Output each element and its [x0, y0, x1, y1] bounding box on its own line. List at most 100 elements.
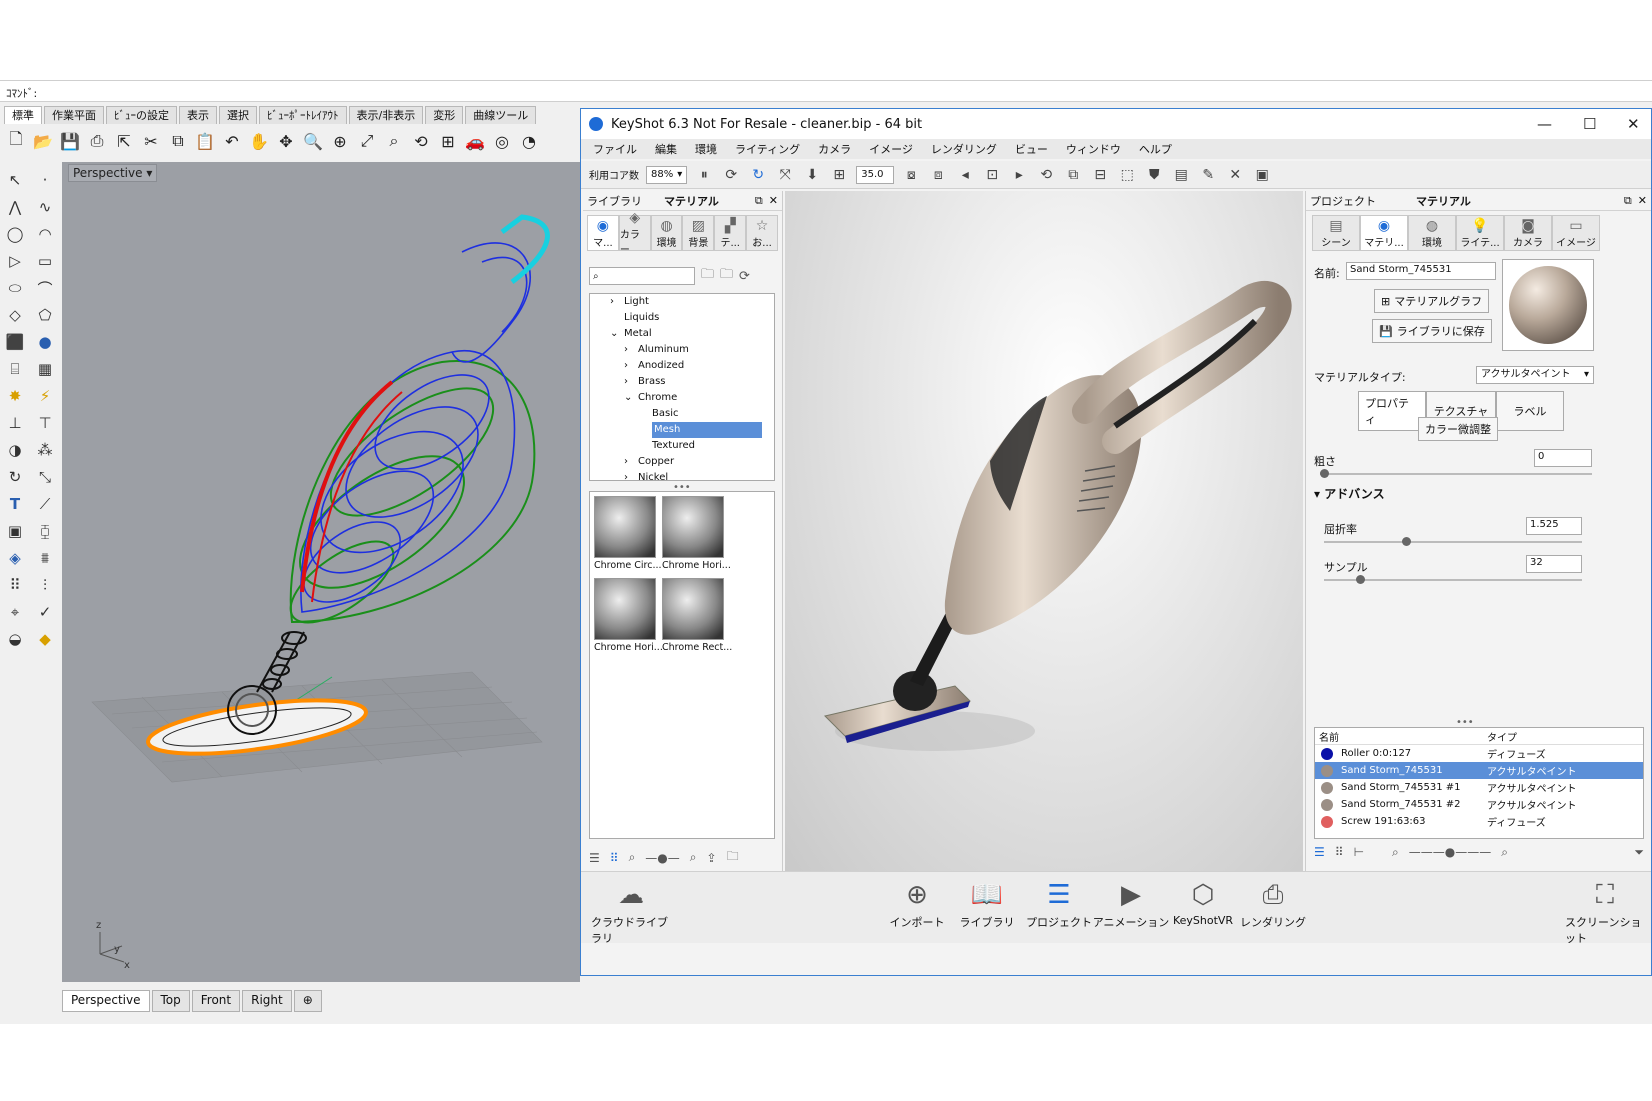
undo-icon[interactable]: ↶ [220, 129, 244, 153]
rotate-view-icon[interactable]: ✥ [274, 129, 298, 153]
material-row[interactable]: Sand Storm_745531 アクサルタペイント [1315, 762, 1643, 779]
print-icon[interactable]: ⎙ [85, 129, 109, 153]
tree-arrow-icon[interactable]: › [610, 294, 624, 310]
zoom-selected-icon[interactable]: ⌕ [382, 129, 406, 153]
zoom-extents-icon[interactable]: ⤢ [355, 129, 379, 153]
tab-camera[interactable]: ◙ カメラ [1504, 215, 1552, 251]
animation-button[interactable]: ▶ アニメーション [1091, 880, 1171, 930]
shield-icon[interactable]: ⛊ [1144, 165, 1164, 185]
rhino-tab[interactable]: 曲線ツール [465, 106, 537, 124]
car-icon[interactable]: 🚗 [463, 129, 487, 153]
tab-textures[interactable]: ▞ テ... [714, 215, 747, 251]
tab-materials[interactable]: ◉ マ... [587, 215, 619, 251]
ior-input[interactable]: 1.525 [1526, 517, 1582, 535]
zoom-in-icon[interactable]: ⌕ [1501, 845, 1508, 860]
configurator-icon[interactable]: ✎ [1198, 165, 1218, 185]
array-icon[interactable]: ▣ [2, 519, 28, 543]
add-viewport-button[interactable]: ⊕ [293, 990, 322, 1012]
advanced-section[interactable]: ▾ アドバンス [1314, 485, 1385, 502]
thumbnail-item[interactable]: Chrome Hori... [662, 496, 731, 571]
rhino-tab[interactable]: 標準 [4, 106, 42, 124]
tools-icon[interactable]: ✕ [1225, 165, 1245, 185]
tab-right[interactable]: Right [242, 990, 292, 1012]
camera-next-icon[interactable]: ▸ [1009, 165, 1029, 185]
cores-select[interactable]: 88% ▾ [646, 165, 688, 184]
curve-icon[interactable]: ∿ [32, 195, 58, 219]
tree-item[interactable]: › Copper [590, 454, 774, 470]
command-line[interactable]: ｺﾏﾝﾄﾞ: [0, 80, 1652, 102]
rhino-tab[interactable]: ﾋﾞｭｰﾎﾟｰﾄﾚｲｱｳﾄ [259, 106, 347, 124]
camera-add-icon[interactable]: ⧈ [928, 165, 948, 185]
tab-colors[interactable]: ◈ カラー [618, 210, 651, 256]
minimize-icon[interactable]: — [1537, 115, 1552, 133]
grid-view-icon[interactable]: ⠿ [1335, 845, 1344, 860]
tree-item[interactable]: Mesh [590, 422, 774, 438]
pan-hand-icon[interactable]: ✋ [247, 129, 271, 153]
tree-item[interactable]: › Nickel [590, 470, 774, 480]
thumbnail-item[interactable]: Chrome Circ... [594, 496, 662, 571]
mesh-icon[interactable]: ▦ [32, 357, 58, 381]
tab-perspective[interactable]: Perspective [62, 990, 150, 1012]
tab-scene[interactable]: ▤ シーン [1312, 215, 1360, 251]
tab-material[interactable]: ◉ マテリ... [1360, 215, 1408, 251]
zoom-in-icon[interactable]: ⌕ [690, 850, 697, 865]
check-icon[interactable]: ✓ [32, 600, 58, 624]
import-button[interactable]: ⊕ インポート [877, 880, 957, 930]
tab-labels[interactable]: ラベル [1496, 391, 1564, 431]
zoom-out-icon[interactable]: ⌕ [629, 850, 636, 865]
explode-icon[interactable]: ✸ [2, 384, 28, 408]
detach-icon[interactable]: ⧉ [755, 194, 763, 208]
samples-input[interactable]: 32 [1526, 555, 1582, 573]
join-icon[interactable]: ⚡ [32, 384, 58, 408]
zoom-window-icon[interactable]: ⊕ [328, 129, 352, 153]
tree-item[interactable]: › Brass [590, 374, 774, 390]
detach-icon[interactable]: ⧉ [1624, 194, 1632, 208]
tree-arrow-icon[interactable]: › [624, 470, 638, 480]
tab-image[interactable]: ▭ イメージ [1552, 215, 1600, 251]
material-row[interactable]: Sand Storm_745531 #2 アクサルタペイント [1315, 796, 1643, 813]
thumbnail-size-slider[interactable]: ———●——— [1409, 845, 1491, 860]
lock-camera-icon[interactable]: ⧉ [1063, 165, 1083, 185]
tree-item[interactable]: ⌄ Metal [590, 326, 774, 342]
tab-top[interactable]: Top [151, 990, 190, 1012]
thumbnail-size-slider[interactable]: —●— [645, 851, 679, 865]
zoom-icon[interactable]: 🔍 [301, 129, 325, 153]
list-view-icon[interactable]: ☰ [589, 851, 600, 865]
roughness-slider[interactable] [1320, 469, 1592, 478]
rhino-tab[interactable]: 作業平面 [44, 106, 104, 124]
tree-view-icon[interactable]: ⊢ [1354, 845, 1364, 860]
menu-file[interactable]: ファイル [593, 141, 637, 157]
column-type[interactable]: タイプ [1487, 729, 1517, 744]
panel-close-icon[interactable]: ✕ [1638, 194, 1647, 207]
tab-properties[interactable]: プロパティ [1358, 391, 1426, 431]
reset-camera-icon[interactable]: ⟲ [1036, 165, 1056, 185]
tree-item[interactable]: › Light [590, 294, 774, 310]
tab-favorites[interactable]: ☆ お... [746, 215, 778, 251]
render-icon[interactable]: ◆ [32, 627, 58, 651]
tab-backgrounds[interactable]: ▨ 背景 [682, 215, 715, 251]
tree-arrow-icon[interactable]: ⌄ [610, 326, 624, 342]
zoom-out-icon[interactable]: ⌕ [1392, 845, 1399, 860]
material-graph-button[interactable]: ⊞ マテリアルグラフ [1374, 289, 1490, 313]
open-folder-icon[interactable]: 📂 [31, 129, 55, 153]
split-icon[interactable]: ⊤ [32, 411, 58, 435]
material-row[interactable]: Roller 0:0:127 ディフューズ [1315, 745, 1643, 762]
save-icon[interactable]: 💾 [58, 129, 82, 153]
point-icon[interactable]: · [32, 168, 58, 192]
grid-array-icon[interactable]: ⠿ [2, 573, 28, 597]
rhino-tab[interactable]: 表示 [179, 106, 217, 124]
tree-arrow-icon[interactable]: ⌄ [624, 390, 638, 406]
list-view-icon[interactable]: ☰ [1314, 845, 1325, 860]
paste-icon[interactable]: 📋 [193, 129, 217, 153]
thumbnail-item[interactable]: Chrome Hori... [594, 578, 663, 653]
tab-lighting[interactable]: 💡 ライテ... [1456, 215, 1504, 251]
drop-icon[interactable]: ⬇ [802, 165, 822, 185]
cloud-library-button[interactable]: ☁ クラウドライブラリ [591, 880, 671, 946]
new-file-icon[interactable]: 🗋 [4, 129, 28, 153]
polygon-icon[interactable]: ▷ [2, 249, 28, 273]
thumbnail-item[interactable]: Chrome Rect... [662, 578, 732, 653]
library-search-input[interactable]: ⌕ [589, 267, 695, 285]
contour-icon[interactable]: ⩩ [32, 546, 58, 570]
sphere-icon[interactable]: ● [32, 330, 58, 354]
tree-item[interactable]: › Aluminum [590, 342, 774, 358]
